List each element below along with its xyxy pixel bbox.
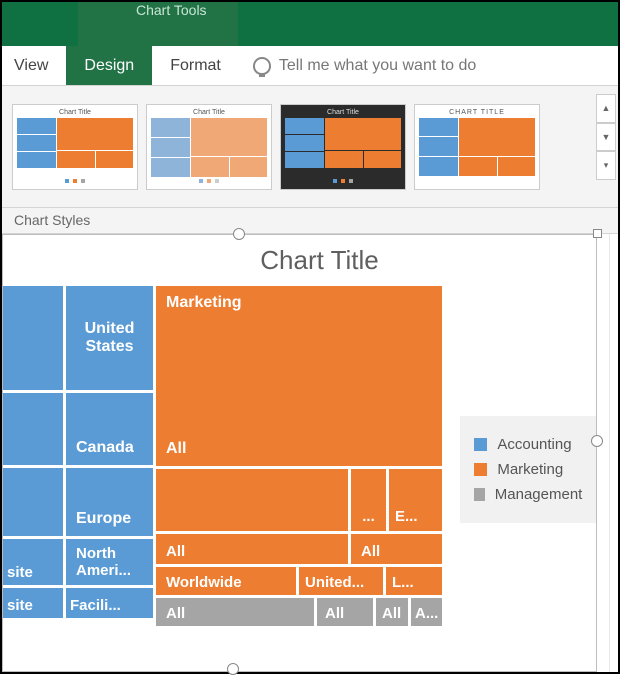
- gallery-scroll-up[interactable]: ▲: [596, 94, 616, 123]
- tab-view[interactable]: View: [2, 46, 66, 85]
- treemap-cell[interactable]: E...: [389, 469, 442, 531]
- treemap-cell[interactable]: All: [351, 534, 442, 564]
- treemap-cell[interactable]: [3, 393, 63, 465]
- legend-box: Accounting Marketing Management: [460, 416, 596, 523]
- treemap-cell[interactable]: L...: [386, 567, 442, 595]
- chart-styles-gallery: Chart Title Chart Title Chart Title CHAR…: [2, 86, 618, 208]
- chart-body: United States Canada Europe site North A…: [3, 286, 596, 664]
- ribbon-tabs: View Design Format Tell me what you want…: [2, 46, 618, 86]
- titlebar-spacer: [2, 2, 78, 46]
- selection-handle-bottom[interactable]: [227, 663, 239, 675]
- gallery-more[interactable]: ▾: [596, 151, 616, 180]
- legend-label: Marketing: [497, 461, 563, 478]
- chart-styles-group-label: Chart Styles: [2, 208, 618, 234]
- tab-design[interactable]: Design: [66, 46, 152, 85]
- selection-handle-top[interactable]: [233, 228, 245, 240]
- treemap-cell[interactable]: Marketing All: [156, 286, 442, 466]
- chart-style-3[interactable]: Chart Title: [280, 104, 406, 190]
- chart-legend[interactable]: Accounting Marketing Management: [442, 286, 596, 664]
- legend-swatch: [474, 463, 487, 476]
- treemap-cell[interactable]: [3, 286, 63, 390]
- treemap-series-marketing-management: Marketing All ... E... All All Worldwide: [156, 286, 442, 664]
- treemap-cell[interactable]: site: [3, 588, 63, 618]
- selection-handle-top-right[interactable]: [593, 229, 602, 238]
- chart-object[interactable]: Chart Title United States Canada Europe: [2, 234, 597, 672]
- treemap-cell[interactable]: Worldwide: [156, 567, 296, 595]
- treemap-cell[interactable]: All: [317, 598, 373, 626]
- tell-me-placeholder: Tell me what you want to do: [279, 57, 476, 75]
- treemap-cell[interactable]: All: [156, 534, 348, 564]
- chart-style-4[interactable]: CHART TITLE: [414, 104, 540, 190]
- chart-title[interactable]: Chart Title: [3, 235, 596, 286]
- chart-tools-label: Chart Tools: [78, 2, 238, 32]
- title-bar: Chart Tools: [2, 2, 618, 46]
- treemap-cell[interactable]: [156, 469, 348, 531]
- treemap-series-accounting: United States Canada Europe site North A…: [3, 286, 153, 664]
- treemap-cell[interactable]: ...: [351, 469, 386, 531]
- worksheet-canvas[interactable]: Chart Title United States Canada Europe: [2, 234, 618, 672]
- treemap-cell[interactable]: United States: [66, 286, 153, 390]
- treemap-cell[interactable]: [3, 468, 63, 536]
- treemap-cell[interactable]: United...: [299, 567, 383, 595]
- tab-format[interactable]: Format: [152, 46, 239, 85]
- treemap-cell[interactable]: Canada: [66, 393, 153, 465]
- legend-item-marketing[interactable]: Marketing: [474, 461, 582, 478]
- legend-item-accounting[interactable]: Accounting: [474, 436, 582, 453]
- legend-label: Management: [495, 486, 583, 503]
- treemap-cell[interactable]: North Ameri...: [66, 539, 153, 585]
- tell-me-search[interactable]: Tell me what you want to do: [239, 46, 476, 85]
- treemap-cell[interactable]: A...: [411, 598, 442, 626]
- gallery-scroll-down[interactable]: ▼: [596, 123, 616, 152]
- legend-swatch: [474, 488, 484, 501]
- gallery-scroll: ▲ ▼ ▾: [596, 94, 616, 180]
- selection-handle-right[interactable]: [591, 435, 603, 447]
- treemap-cell[interactable]: Europe: [66, 468, 153, 536]
- contextual-tab-chart-tools: Chart Tools: [78, 2, 238, 46]
- lightbulb-icon: [253, 57, 271, 75]
- chart-style-1[interactable]: Chart Title: [12, 104, 138, 190]
- legend-item-management[interactable]: Management: [474, 486, 582, 503]
- treemap-cell[interactable]: Facili...: [66, 588, 153, 618]
- legend-label: Accounting: [497, 436, 571, 453]
- treemap-cell[interactable]: All: [376, 598, 408, 626]
- chart-style-2[interactable]: Chart Title: [146, 104, 272, 190]
- treemap-cell[interactable]: site: [3, 539, 63, 585]
- treemap-cell[interactable]: All: [156, 598, 314, 626]
- treemap-plot[interactable]: United States Canada Europe site North A…: [3, 286, 442, 664]
- legend-swatch: [474, 438, 487, 451]
